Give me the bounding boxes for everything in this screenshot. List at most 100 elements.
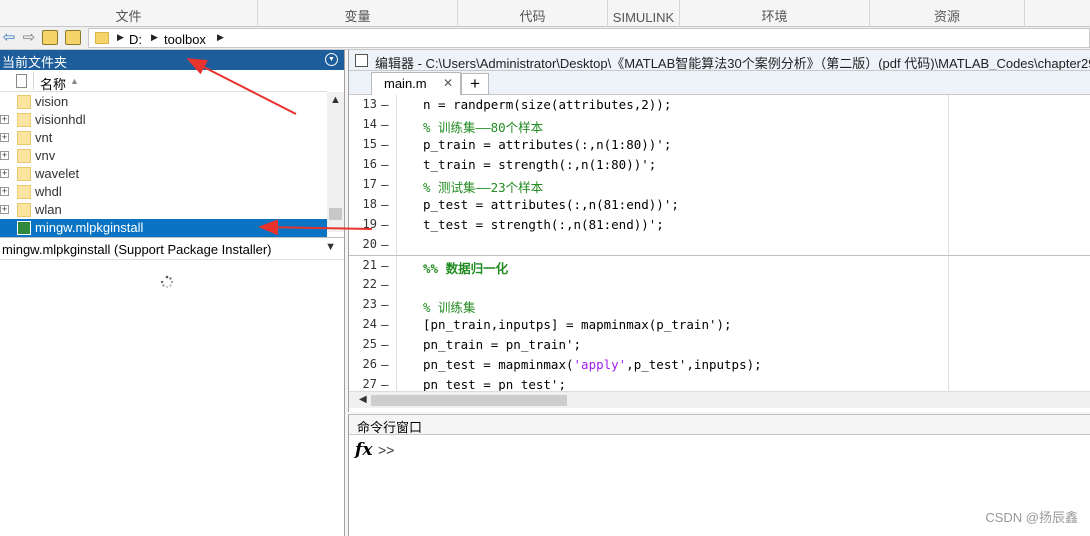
add-tab-button[interactable]: + xyxy=(461,73,489,95)
editor-icon xyxy=(355,54,368,67)
editor-tab-strip: main.m ✕ + xyxy=(349,71,1090,95)
ribbon-section-variable[interactable]: 变量 xyxy=(258,0,458,27)
breakpoint-marker[interactable]: — xyxy=(381,317,389,332)
code-line[interactable]: 24 — [pn_train,inputps] = mapminmax(p_trai… xyxy=(349,315,1090,335)
breakpoint-marker[interactable]: — xyxy=(381,337,389,352)
list-item[interactable]: + wlan xyxy=(0,201,327,219)
breakpoint-marker[interactable]: — xyxy=(381,357,389,372)
current-folder-header: 当前文件夹 ▼ xyxy=(0,50,344,70)
scroll-thumb[interactable] xyxy=(329,208,342,220)
expand-icon[interactable]: + xyxy=(0,151,9,160)
line-number: 18 xyxy=(362,197,377,211)
list-item[interactable]: + vnt xyxy=(0,129,327,147)
list-item[interactable]: + wavelet xyxy=(0,165,327,183)
ribbon-toolbar: 文件 变量 代码 SIMULINK 环境 资源 xyxy=(0,0,1090,27)
expand-icon[interactable]: + xyxy=(0,115,9,124)
expand-icon[interactable]: + xyxy=(0,133,9,142)
chevron-down-icon[interactable]: ▼ xyxy=(325,241,336,253)
panel-menu-icon[interactable]: ▼ xyxy=(325,53,338,66)
details-panel-header[interactable]: mingw.mlpkginstall (Support Package Inst… xyxy=(0,237,344,260)
column-header[interactable]: 名称 ▲ xyxy=(0,70,327,92)
code-line[interactable]: 22 — xyxy=(349,275,1090,295)
forward-arrow-icon[interactable]: ⇨ xyxy=(20,30,38,46)
ribbon-section-environment[interactable]: 环境 xyxy=(680,0,870,27)
code-area[interactable]: 13 — n = randperm(size(attributes,2)); 14 —%… xyxy=(349,95,1090,391)
code-line[interactable]: 20 — xyxy=(349,235,1090,255)
line-number: 21 xyxy=(362,258,377,272)
code-line[interactable]: 25 — pn_train = pn_train'; xyxy=(349,335,1090,355)
expand-icon[interactable]: + xyxy=(0,205,9,214)
path-separator-icon: ▶ xyxy=(151,32,158,42)
list-item[interactable]: vision xyxy=(0,93,327,111)
ribbon-section-simulink[interactable]: SIMULINK xyxy=(608,0,680,27)
ribbon-section-label: 变量 xyxy=(344,9,371,24)
current-folder-panel: 当前文件夹 ▼ 名称 ▲ vision + visionhdl + vnt + vnv… xyxy=(0,50,345,536)
code-line[interactable]: 26 — pn_test = mapminmax('apply',p_test',i… xyxy=(349,355,1090,375)
scroll-up-icon[interactable]: ▲ xyxy=(330,94,341,106)
code-line[interactable]: 23 — % 训练集 xyxy=(349,295,1090,315)
command-window-title: 命令行窗口 xyxy=(357,420,423,435)
ribbon-section-code[interactable]: 代码 xyxy=(458,0,608,27)
up-folder-icon[interactable] xyxy=(42,30,58,45)
breakpoint-marker[interactable]: — xyxy=(381,217,389,232)
code-line[interactable]: 13 — n = randperm(size(attributes,2)); xyxy=(349,95,1090,115)
breakpoint-marker[interactable]: — xyxy=(381,197,389,212)
breakpoint-marker[interactable]: — xyxy=(381,97,389,112)
expand-icon[interactable]: + xyxy=(0,187,9,196)
list-item[interactable]: + whdl xyxy=(0,183,327,201)
horizontal-scrollbar[interactable]: ◀ xyxy=(349,391,1090,408)
breadcrumb-toolbox[interactable]: toolbox xyxy=(164,32,206,47)
code-line[interactable]: 18 — p_test = attributes(:,n(81:end))'; xyxy=(349,195,1090,215)
list-item[interactable]: + vnv xyxy=(0,147,327,165)
file-list: vision + visionhdl + vnt + vnv + wavelet + wh… xyxy=(0,93,327,237)
command-prompt[interactable]: >> xyxy=(378,442,394,458)
code-text: n = randperm(size(attributes,2)); xyxy=(423,97,672,112)
vertical-scrollbar[interactable]: ▲ xyxy=(327,92,344,232)
scroll-left-icon[interactable]: ◀ xyxy=(359,394,367,405)
code-line[interactable]: 17 — % 测试集——23个样本 xyxy=(349,175,1090,195)
back-arrow-icon[interactable]: ⇦ xyxy=(0,30,18,46)
panel-title: 当前文件夹 xyxy=(2,55,68,70)
breakpoint-marker[interactable]: — xyxy=(381,277,389,292)
browse-folder-icon[interactable] xyxy=(65,30,81,45)
close-icon[interactable]: ✕ xyxy=(443,76,453,90)
code-line[interactable]: 16 — t_train = strength(:,n(1:80))'; xyxy=(349,155,1090,175)
code-text: pn_test = pn_test'; xyxy=(423,377,566,391)
tab-main-m[interactable]: main.m ✕ xyxy=(371,72,461,95)
folder-icon xyxy=(17,167,31,181)
path-field[interactable]: ▶ D: ▶ toolbox ▶ xyxy=(88,28,1090,48)
line-number: 14 xyxy=(362,117,377,131)
code-text: pn_test = mapminmax('apply',p_test',inpu… xyxy=(423,357,762,372)
tab-label: main.m xyxy=(384,76,427,91)
breakpoint-marker[interactable]: — xyxy=(381,237,389,252)
line-number: 17 xyxy=(362,177,377,191)
breakpoint-marker[interactable]: — xyxy=(381,177,389,192)
list-item[interactable]: + visionhdl xyxy=(0,111,327,129)
sort-ascending-icon: ▲ xyxy=(70,76,79,86)
scroll-thumb[interactable] xyxy=(371,395,567,406)
ribbon-section-file[interactable]: 文件 xyxy=(0,0,258,27)
code-line[interactable]: 27 — pn_test = pn_test'; xyxy=(349,375,1090,391)
breakpoint-marker[interactable]: — xyxy=(381,258,389,273)
code-line[interactable]: 19 — t_test = strength(:,n(81:end))'; xyxy=(349,215,1090,235)
code-text: % 训练集——80个样本 xyxy=(423,120,544,135)
breadcrumb-drive[interactable]: D: xyxy=(129,32,142,47)
line-number: 24 xyxy=(362,317,377,331)
line-number: 13 xyxy=(362,97,377,111)
breakpoint-marker[interactable]: — xyxy=(381,157,389,172)
breakpoint-marker[interactable]: — xyxy=(381,297,389,312)
expand-icon[interactable]: + xyxy=(0,169,9,178)
code-line[interactable]: 14 — % 训练集——80个样本 xyxy=(349,115,1090,135)
code-line[interactable]: 21—%% 数据归一化 xyxy=(349,255,1090,276)
ribbon-section-label: 代码 xyxy=(519,9,546,24)
ribbon-section-resources[interactable]: 资源 xyxy=(870,0,1025,27)
code-text: [pn_train,inputps] = mapminmax(p_train')… xyxy=(423,317,732,332)
breakpoint-marker[interactable]: — xyxy=(381,137,389,152)
ribbon-section-label: 环境 xyxy=(761,9,788,24)
breakpoint-marker[interactable]: — xyxy=(381,117,389,132)
code-line[interactable]: 15 — p_train = attributes(:,n(1:80))'; xyxy=(349,135,1090,155)
path-separator-icon: ▶ xyxy=(117,32,124,42)
list-item-selected[interactable]: mingw.mlpkginstall xyxy=(0,219,327,237)
function-browser-icon[interactable]: fx xyxy=(355,440,372,460)
breakpoint-marker[interactable]: — xyxy=(381,377,389,391)
